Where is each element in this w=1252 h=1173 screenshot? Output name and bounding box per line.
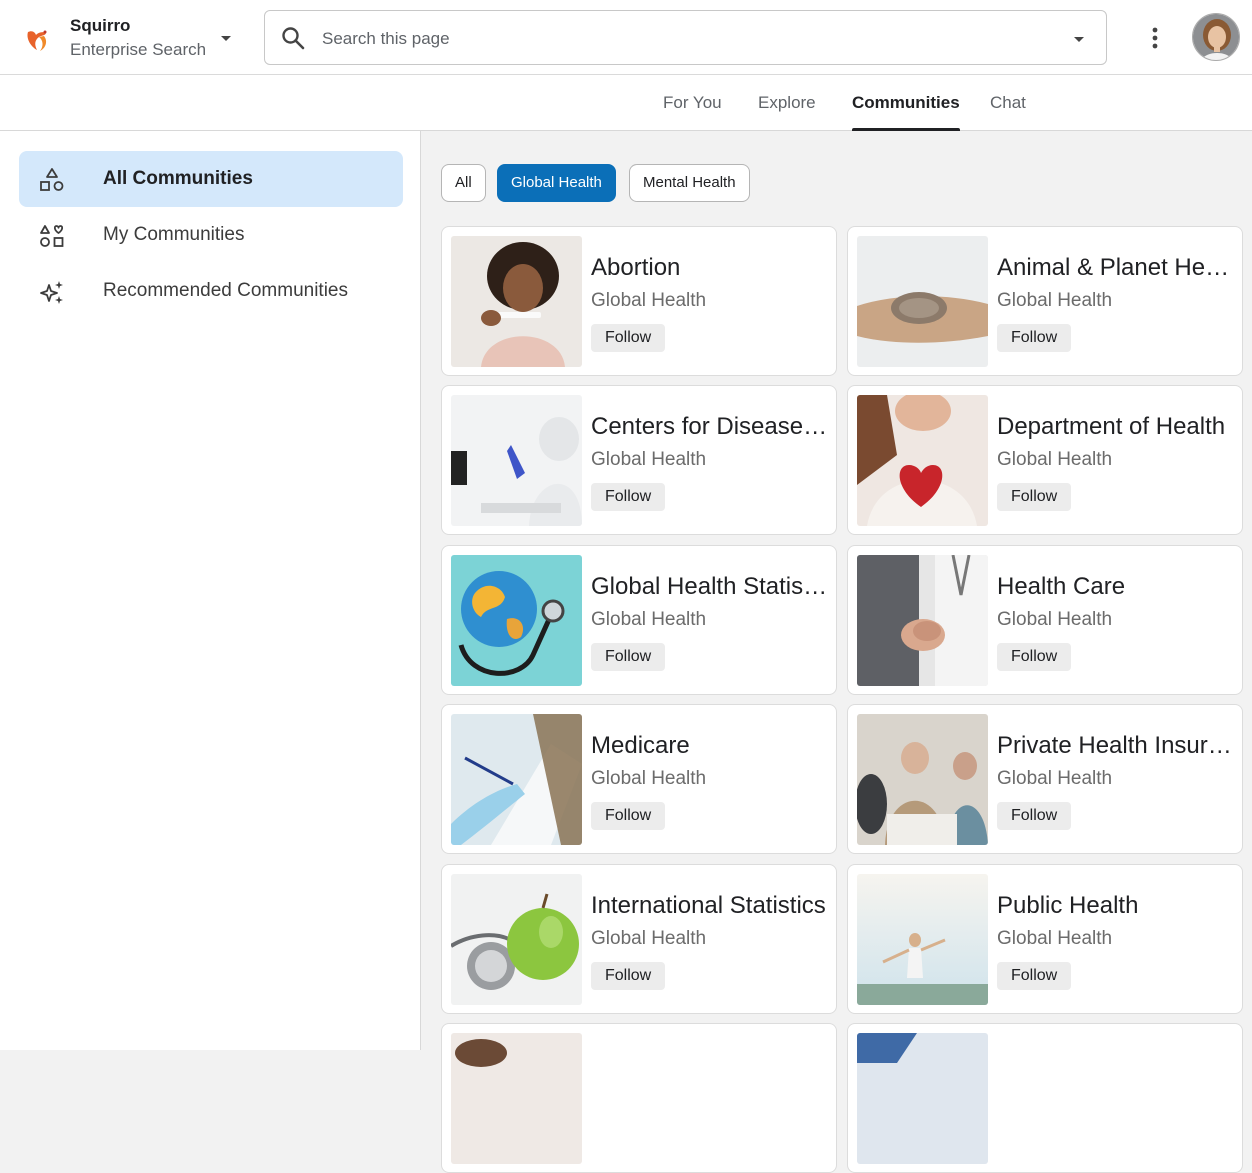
search-input[interactable] [320, 23, 1044, 55]
top-bar: Squirro Enterprise Search [0, 0, 1252, 75]
community-card[interactable] [441, 1023, 837, 1173]
sidebar-item-my-communities[interactable]: My Communities [19, 207, 403, 263]
brand-name: Squirro [70, 16, 131, 35]
tab-chat[interactable]: Chat [990, 75, 1026, 131]
community-card[interactable]: International Statistics Global Health F… [441, 864, 837, 1014]
chevron-down-icon[interactable] [218, 30, 234, 46]
follow-button[interactable]: Follow [591, 643, 666, 671]
community-image [451, 1033, 582, 1164]
community-image [451, 714, 582, 845]
community-image [451, 555, 582, 686]
filter-chip-all[interactable]: All [441, 164, 486, 202]
sidebar-item-all-communities[interactable]: All Communities [19, 151, 403, 207]
community-category: Global Health [591, 449, 707, 470]
community-card[interactable]: Department of Health Global Health Follo… [847, 385, 1243, 535]
sidebar-item-recommended-communities[interactable]: Recommended Communities [19, 263, 403, 319]
tab-explore[interactable]: Explore [758, 75, 816, 131]
community-category: Global Health [591, 928, 707, 949]
community-title: Abortion [591, 254, 681, 281]
community-title: Department of Health [997, 413, 1226, 440]
community-card[interactable]: Global Health Statistics Global Health F… [441, 545, 837, 695]
community-title: Animal & Planet Health [997, 254, 1235, 281]
search-icon [282, 27, 305, 50]
community-category: Global Health [997, 609, 1113, 630]
sparkles-icon [40, 281, 63, 304]
community-category: Global Health [591, 609, 707, 630]
community-category: Global Health [591, 290, 707, 311]
community-title: Public Health [997, 892, 1139, 919]
community-image [857, 395, 988, 526]
community-image [857, 236, 988, 367]
search-bar[interactable] [264, 10, 1107, 65]
sidebar-item-label: Recommended Communities [103, 280, 348, 301]
brand-subtitle: Enterprise Search [70, 40, 207, 59]
follow-button[interactable]: Follow [997, 643, 1072, 671]
more-options-icon[interactable] [1143, 24, 1167, 52]
sidebar: All Communities My Communities Recommend… [0, 131, 421, 1050]
community-image [857, 555, 988, 686]
community-card[interactable]: Centers for Disease Control Global Healt… [441, 385, 837, 535]
shapes-icon [40, 168, 64, 191]
community-title: Global Health Statistics [591, 573, 829, 600]
community-image [857, 1033, 988, 1164]
filter-chip-mental-health[interactable]: Mental Health [629, 164, 750, 202]
filter-chip-global-health[interactable]: Global Health [497, 164, 616, 202]
user-avatar-image [1193, 14, 1239, 60]
community-card[interactable]: Medicare Global Health Follow [441, 704, 837, 854]
community-image [451, 395, 582, 526]
main-tabs: For You Explore Communities Chat [0, 75, 1252, 131]
community-card[interactable]: Private Health Insurance Global Health F… [847, 704, 1243, 854]
follow-button[interactable]: Follow [591, 962, 666, 990]
community-title: Medicare [591, 732, 690, 759]
community-card[interactable]: Abortion Global Health Follow [441, 226, 837, 376]
community-image [857, 874, 988, 1005]
community-category: Global Health [997, 928, 1113, 949]
squirro-logo-icon[interactable] [22, 24, 52, 54]
sidebar-item-label: All Communities [103, 168, 253, 189]
community-category: Global Health [591, 768, 707, 789]
heart-shapes-icon [40, 225, 64, 247]
community-card[interactable]: Public Health Global Health Follow [847, 864, 1243, 1014]
follow-button[interactable]: Follow [997, 483, 1072, 511]
community-title: Private Health Insurance [997, 732, 1235, 759]
avatar[interactable] [1192, 13, 1240, 61]
community-title: International Statistics [591, 892, 826, 919]
follow-button[interactable]: Follow [591, 324, 666, 352]
follow-button[interactable]: Follow [997, 802, 1072, 830]
community-card[interactable]: Health Care Global Health Follow [847, 545, 1243, 695]
tab-for-you[interactable]: For You [663, 75, 722, 131]
follow-button[interactable]: Follow [591, 483, 666, 511]
community-image [451, 236, 582, 367]
community-image [857, 714, 988, 845]
community-title: Centers for Disease Control [591, 413, 829, 440]
community-category: Global Health [997, 768, 1113, 789]
community-category: Global Health [997, 449, 1113, 470]
follow-button[interactable]: Follow [997, 324, 1072, 352]
follow-button[interactable]: Follow [997, 962, 1072, 990]
community-category: Global Health [997, 290, 1113, 311]
community-title: Health Care [997, 573, 1126, 600]
community-card[interactable] [847, 1023, 1243, 1173]
tab-communities[interactable]: Communities [852, 75, 960, 131]
community-card[interactable]: Animal & Planet Health Global Health Fol… [847, 226, 1243, 376]
follow-button[interactable]: Follow [591, 802, 666, 830]
search-dropdown-icon[interactable] [1071, 31, 1087, 47]
community-image [451, 874, 582, 1005]
sidebar-item-label: My Communities [103, 224, 245, 245]
